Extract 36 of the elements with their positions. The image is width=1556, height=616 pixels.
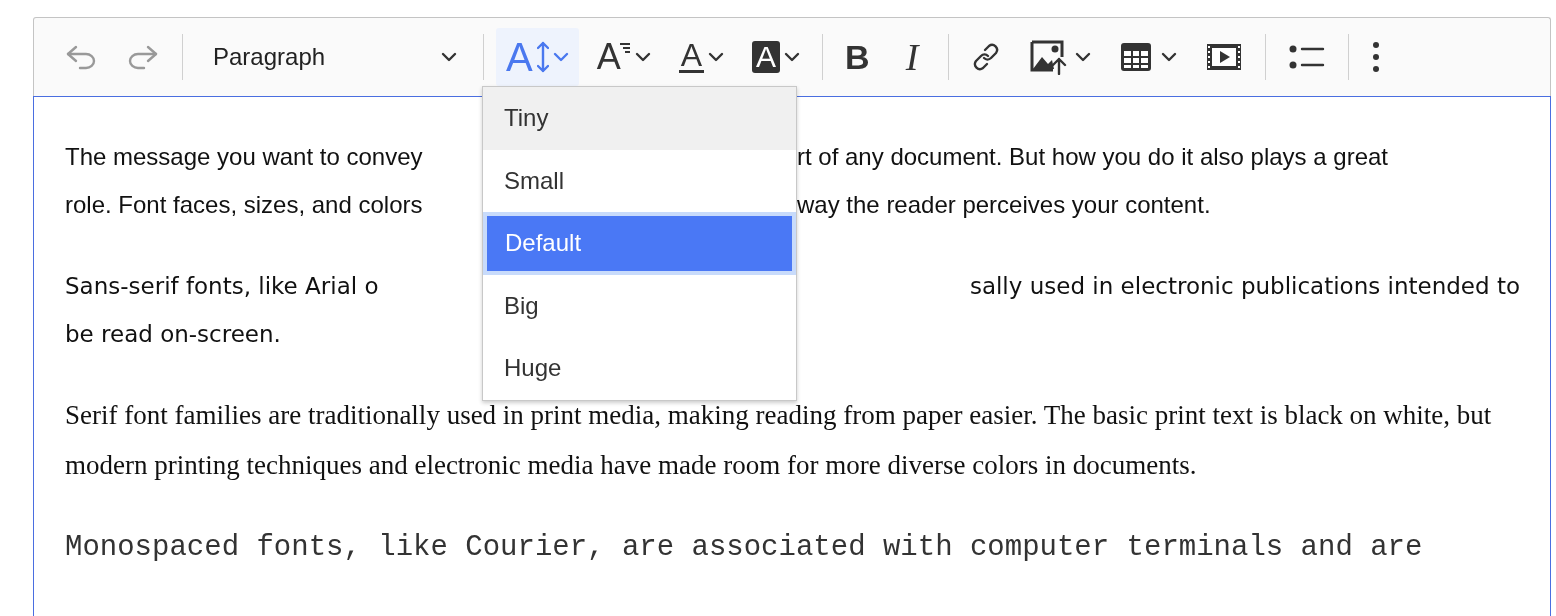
paragraph-text: role. Font faces, sizes, and colors <box>65 190 424 220</box>
paragraph-text: rt of any document. But how you do it also plays a great <box>797 142 1389 172</box>
font-background-button[interactable]: A <box>742 28 811 86</box>
heading-dropdown[interactable]: Paragraph <box>195 28 471 86</box>
chevron-icon <box>1075 52 1092 62</box>
chevron-icon <box>1161 52 1178 62</box>
chevron-icon <box>634 52 651 62</box>
chevron-icon <box>784 52 801 62</box>
image-upload-icon <box>1029 39 1068 75</box>
table-icon <box>1119 41 1154 73</box>
redo-icon <box>126 43 160 71</box>
paragraph-text: Monospaced fonts, like Courier, are associated with computer terminals and are <box>65 531 1423 564</box>
paragraph-text: Serif font families are traditionally used in print media, making reading from paper easier. The basic print text is black on white, but modern printing techniques and electronic media have made room for more diverse colors in documents. <box>65 400 1492 480</box>
font-family-button[interactable]: A <box>586 28 661 86</box>
bold-button[interactable]: B <box>835 28 880 86</box>
paragraph-text: way the reader perceives your content. <box>797 190 1212 220</box>
menu-item[interactable]: Tiny <box>483 87 796 150</box>
more-icon <box>1371 40 1382 74</box>
font-color-button[interactable]: A <box>668 28 735 86</box>
menu-item[interactable]: Small <box>483 149 796 212</box>
menu-item[interactable]: Default <box>483 212 796 275</box>
font-size-button[interactable]: A <box>496 28 579 86</box>
menu-item[interactable]: Big <box>483 274 796 337</box>
menu-item[interactable]: Huge <box>483 337 796 400</box>
chevron-icon <box>441 52 457 62</box>
undo-icon <box>64 43 98 71</box>
resize-arrow-icon <box>536 40 549 74</box>
paragraph-text: be read on-screen. <box>65 320 282 349</box>
chevron-icon <box>708 52 725 62</box>
video-icon <box>1205 41 1244 73</box>
paragraph-text: sally used in electronic publications intended to <box>968 272 1520 301</box>
paragraph-text: The message you want to convey <box>65 142 424 172</box>
paragraph-text: Sans-serif fonts, like Arial o <box>65 272 380 301</box>
chevron-icon <box>552 52 569 62</box>
bulleted-list-icon <box>1288 43 1327 71</box>
italic-button[interactable]: I <box>887 28 937 86</box>
